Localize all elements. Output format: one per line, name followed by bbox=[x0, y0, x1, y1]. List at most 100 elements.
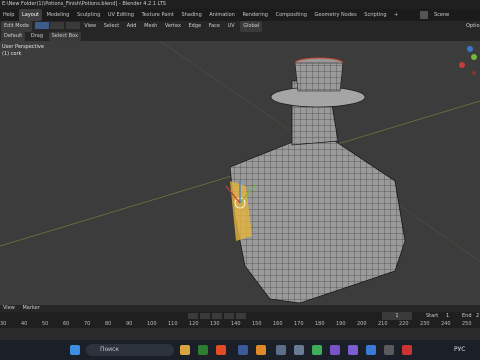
menu-vertex[interactable]: Vertex bbox=[162, 21, 184, 32]
vertex-select-icon[interactable] bbox=[34, 22, 49, 29]
menu-face[interactable]: Face bbox=[206, 21, 223, 32]
timeline-ruler[interactable]: 30 40 50 60 70 80 90 100 110 120 130 140… bbox=[0, 321, 480, 327]
blender-icon[interactable] bbox=[256, 345, 266, 355]
app-icon[interactable] bbox=[384, 345, 394, 355]
jump-end-icon[interactable] bbox=[236, 313, 246, 319]
play-icon[interactable] bbox=[212, 313, 222, 319]
tick-label: 30 bbox=[0, 321, 7, 327]
navigation-gizmo bbox=[459, 46, 477, 75]
tick-label: 220 bbox=[399, 321, 409, 327]
playback-controls: 1 Start 1 End 2 bbox=[0, 312, 480, 320]
drag-label: Drag bbox=[30, 33, 44, 39]
vscode-icon[interactable] bbox=[348, 345, 358, 355]
app-icon[interactable] bbox=[276, 345, 286, 355]
window-titlebar: E:\New Folder(1)\Potions_Finish\Potions.… bbox=[0, 0, 480, 9]
timeline-track[interactable] bbox=[0, 328, 480, 340]
current-frame-field[interactable]: 1 bbox=[382, 312, 412, 320]
3d-viewport[interactable] bbox=[0, 41, 480, 305]
active-object-label: (1) cork bbox=[2, 51, 22, 57]
tick-label: 40 bbox=[21, 321, 28, 327]
tab-geometry-nodes[interactable]: Geometry Nodes bbox=[312, 9, 360, 21]
tick-label: 250 bbox=[462, 321, 472, 327]
chrome-icon[interactable] bbox=[216, 345, 226, 355]
whatsapp-icon[interactable] bbox=[312, 345, 322, 355]
tab-shading[interactable]: Shading bbox=[178, 9, 204, 21]
scene-selector[interactable]: Scene bbox=[434, 9, 449, 21]
tick-label: 80 bbox=[105, 321, 112, 327]
options-button[interactable]: Optio bbox=[466, 21, 480, 32]
search-placeholder: Поиск bbox=[100, 346, 120, 353]
tab-modeling[interactable]: Modeling bbox=[44, 9, 73, 21]
timeline-editor: View Marker 1 Start 1 End 2 30 40 50 60 … bbox=[0, 305, 480, 340]
app-icon[interactable] bbox=[198, 345, 208, 355]
potion-bottle-mesh bbox=[229, 57, 406, 304]
perspective-label: User Perspective bbox=[2, 44, 44, 50]
tick-label: 230 bbox=[420, 321, 430, 327]
jump-start-icon[interactable] bbox=[188, 313, 198, 319]
tab-uv-editing[interactable]: UV Editing bbox=[105, 9, 137, 21]
tick-label: 120 bbox=[189, 321, 199, 327]
timeline-header: View Marker bbox=[0, 305, 480, 312]
viewport-header: Edit Mode View Select Add Mesh Vertex Ed… bbox=[0, 21, 480, 32]
orientation-dropdown[interactable]: Default bbox=[1, 32, 26, 41]
file-explorer-icon[interactable] bbox=[180, 345, 190, 355]
next-keyframe-icon[interactable] bbox=[224, 313, 234, 319]
mode-selector[interactable]: Edit Mode bbox=[1, 21, 32, 32]
menu-view[interactable]: View bbox=[81, 21, 99, 32]
edge-select-icon[interactable] bbox=[50, 22, 65, 29]
face-select-icon[interactable] bbox=[65, 22, 80, 29]
tick-label: 50 bbox=[42, 321, 49, 327]
photoshop-icon[interactable] bbox=[238, 345, 248, 355]
add-workspace-button[interactable]: + bbox=[391, 9, 401, 21]
tab-animation[interactable]: Animation bbox=[206, 9, 238, 21]
end-label: End bbox=[462, 313, 472, 319]
viewport-overlay-info: User Perspective (1) cork bbox=[2, 44, 44, 58]
tab-layout[interactable]: Layout bbox=[19, 9, 42, 21]
menu-mesh[interactable]: Mesh bbox=[141, 21, 160, 32]
tick-label: 210 bbox=[378, 321, 388, 327]
timeline-menu-marker[interactable]: Marker bbox=[19, 305, 42, 312]
tick-label: 110 bbox=[168, 321, 178, 327]
tab-scripting[interactable]: Scripting bbox=[361, 9, 389, 21]
tab-compositing[interactable]: Compositing bbox=[273, 9, 310, 21]
tick-label: 130 bbox=[210, 321, 220, 327]
end-frame-field[interactable]: 2 bbox=[476, 312, 479, 320]
app-icon[interactable] bbox=[330, 345, 340, 355]
tool-settings: Default Drag Select Box bbox=[0, 32, 480, 41]
start-frame-field[interactable]: 1 bbox=[446, 312, 449, 320]
tick-label: 170 bbox=[294, 321, 304, 327]
tick-label: 160 bbox=[273, 321, 283, 327]
prev-keyframe-icon[interactable] bbox=[200, 313, 210, 319]
app-icon[interactable] bbox=[402, 345, 412, 355]
windows-taskbar: Поиск РУС bbox=[0, 340, 480, 360]
tick-label: 200 bbox=[357, 321, 367, 327]
language-indicator[interactable]: РУС bbox=[454, 344, 465, 356]
tick-label: 180 bbox=[315, 321, 325, 327]
tick-label: 90 bbox=[126, 321, 133, 327]
tick-label: 100 bbox=[147, 321, 157, 327]
menu-edge[interactable]: Edge bbox=[186, 21, 205, 32]
window-title: E:\New Folder(1)\Potions_Finish\Potions.… bbox=[2, 1, 166, 7]
menu-select[interactable]: Select bbox=[101, 21, 122, 32]
app-icon[interactable] bbox=[294, 345, 304, 355]
tab-texture-paint[interactable]: Texture Paint bbox=[139, 9, 177, 21]
tick-label: 60 bbox=[63, 321, 70, 327]
tick-label: 70 bbox=[84, 321, 91, 327]
taskbar-search[interactable]: Поиск bbox=[86, 344, 174, 356]
tick-label: 190 bbox=[336, 321, 346, 327]
select-box-dropdown[interactable]: Select Box bbox=[48, 32, 81, 41]
start-icon[interactable] bbox=[70, 345, 80, 355]
viewport-scene bbox=[0, 41, 480, 304]
menu-help[interactable]: Help bbox=[0, 9, 17, 21]
app-icon[interactable] bbox=[366, 345, 376, 355]
tab-rendering[interactable]: Rendering bbox=[239, 9, 271, 21]
transform-orientation-selector[interactable]: Global bbox=[240, 21, 263, 32]
menu-uv[interactable]: UV bbox=[225, 21, 238, 32]
menu-add[interactable]: Add bbox=[124, 21, 140, 32]
timeline-menu-view[interactable]: View bbox=[0, 305, 18, 312]
tick-label: 240 bbox=[441, 321, 451, 327]
start-label: Start bbox=[426, 313, 439, 319]
tab-sculpting[interactable]: Sculpting bbox=[74, 9, 103, 21]
scene-icon bbox=[420, 11, 428, 19]
workspace-tabs: Help Layout Modeling Sculpting UV Editin… bbox=[0, 9, 480, 21]
